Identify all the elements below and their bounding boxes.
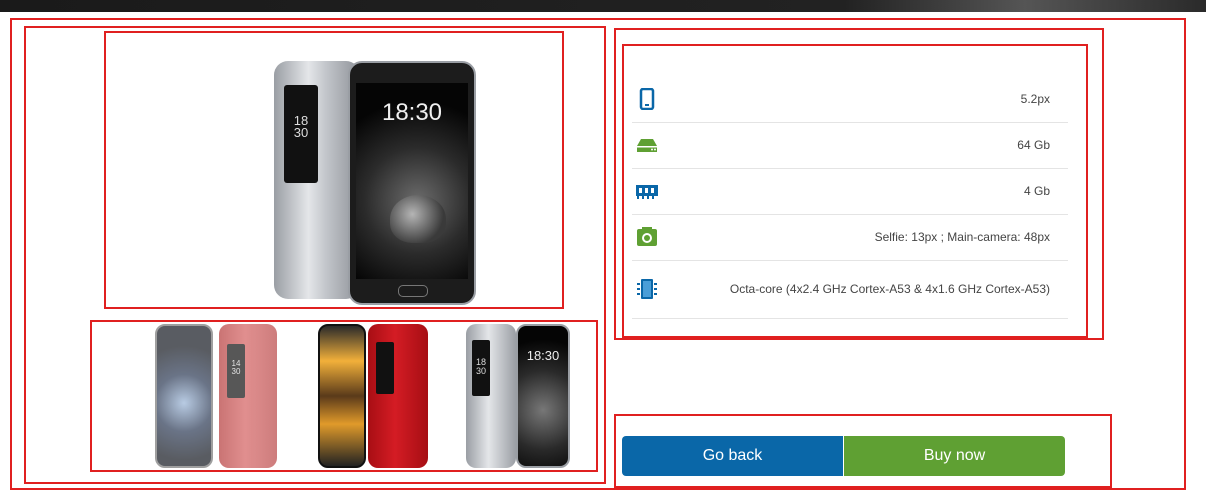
spec-storage-value: 64 Gb (1017, 138, 1050, 152)
phone-front-view: 18:30 (348, 61, 476, 305)
spec-row-storage: 64 Gb (632, 122, 1068, 169)
smartphone-icon (639, 88, 655, 110)
thumb-rear-display: 18 30 (472, 340, 490, 396)
spec-row-camera: Selfie: 13px ; Main-camera: 48px (632, 214, 1068, 261)
memory-ram-icon (636, 185, 658, 199)
spec-processor-value: Octa-core (4x2.4 GHz Cortex-A53 & 4x1.6 … (729, 282, 1050, 296)
spec-screen-value: 5.2px (1020, 92, 1050, 106)
thumbnail-1[interactable]: 14 30 (155, 324, 281, 468)
go-back-button[interactable]: Go back (622, 436, 843, 476)
thumb-phone-front-icon (155, 324, 213, 468)
rear-display: 18 30 (284, 85, 318, 183)
camera-icon (637, 227, 657, 246)
thumbnail-3[interactable]: 18 30 18:30 (466, 324, 570, 468)
processor-chip-icon (637, 279, 657, 299)
teapot-wallpaper-icon (390, 195, 446, 243)
thumb-phone-back-icon (368, 324, 428, 468)
thumb-phone-front-icon: 18:30 (516, 324, 570, 468)
home-button-icon (398, 285, 428, 297)
thumb-phone-front-icon (318, 324, 366, 468)
front-display: 18:30 (356, 83, 468, 279)
spec-camera-value: Selfie: 13px ; Main-camera: 48px (874, 230, 1050, 244)
window-top-bar (0, 0, 1206, 12)
thumb-phone-back-icon: 18 30 (466, 324, 516, 468)
spec-row-processor: Octa-core (4x2.4 GHz Cortex-A53 & 4x1.6 … (632, 260, 1068, 319)
thumb-rear-display: 14 30 (227, 344, 245, 398)
spec-memory-value: 4 Gb (1023, 184, 1050, 198)
thumbnail-2[interactable] (318, 324, 430, 468)
spec-row-screen: 5.2px (632, 76, 1068, 123)
front-display-time: 18:30 (381, 99, 443, 126)
buy-now-button[interactable]: Buy now (844, 436, 1065, 476)
thumb-rear-display (376, 342, 394, 394)
thumb-front-time: 18:30 (526, 348, 560, 363)
thumb-phone-back-icon: 14 30 (219, 324, 277, 468)
main-product-image[interactable]: 18 30 18:30 (274, 61, 476, 305)
spec-row-memory: 4 Gb (632, 168, 1068, 215)
storage-drive-icon (637, 139, 657, 152)
